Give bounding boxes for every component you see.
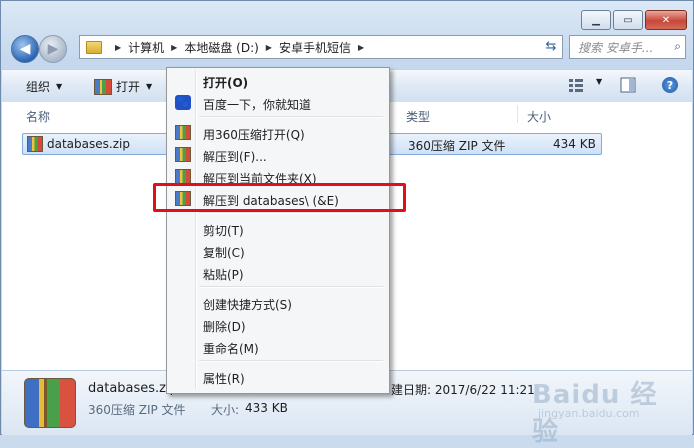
breadcrumb: ▶ 计算机 ▶ 本地磁盘 (D:) ▶ 安卓手机短信 ▶	[108, 39, 371, 56]
breadcrumb-item-folder[interactable]: 安卓手机短信	[279, 39, 351, 56]
search-input[interactable]: 搜索 安卓手... ⌕	[569, 35, 686, 59]
archive-icon	[27, 136, 43, 152]
context-menu: 打开(O) 🐾 百度一下，你就知道 用360压缩打开(Q) 解压到(F)... …	[166, 67, 390, 394]
chevron-down-icon: ▼	[596, 77, 603, 86]
file-type: 360压缩 ZIP 文件	[408, 139, 506, 153]
details-file-type: 360压缩 ZIP 文件	[88, 403, 186, 417]
archive-icon	[94, 78, 112, 95]
back-button[interactable]: ◀	[11, 35, 39, 63]
open-label: 打开	[116, 80, 141, 94]
organize-button[interactable]: 组织 ▼	[26, 78, 62, 95]
menu-item-label: 粘贴(P)	[203, 268, 244, 282]
archive-icon	[175, 169, 191, 184]
menu-separator	[199, 360, 383, 362]
menu-item-label: 创建快捷方式(S)	[203, 298, 292, 312]
menu-separator	[199, 286, 383, 288]
annotation-highlight-box	[153, 183, 406, 212]
menu-separator	[199, 116, 383, 118]
file-name: databases.zip	[47, 137, 130, 151]
refresh-icon[interactable]: ⇆	[541, 35, 561, 57]
file-size: 434 KB	[553, 137, 596, 151]
menu-item-copy[interactable]: 复制(C)	[169, 241, 385, 261]
chevron-down-icon: ▼	[56, 82, 63, 91]
archive-icon	[175, 147, 191, 162]
view-options-icon[interactable]	[568, 77, 584, 93]
baidu-paw-icon: 🐾	[175, 95, 191, 110]
view-dropdown-icon[interactable]: ▼	[590, 77, 602, 86]
chevron-right-icon[interactable]: ▶	[115, 43, 121, 52]
column-header-name[interactable]: 名称	[26, 108, 50, 125]
close-button[interactable]: ✕	[645, 10, 687, 30]
chevron-right-icon[interactable]: ▶	[358, 43, 364, 52]
menu-item-delete[interactable]: 删除(D)	[169, 315, 385, 335]
breadcrumb-item-computer[interactable]: 计算机	[128, 39, 164, 56]
menu-item-label: 剪切(T)	[203, 224, 244, 238]
menu-item-label: 复制(C)	[203, 246, 245, 260]
column-header-type[interactable]: 类型	[406, 108, 430, 125]
menu-item-label: 重命名(M)	[203, 342, 259, 356]
folder-icon	[86, 40, 102, 54]
watermark-url: jingyan.baidu.com	[538, 407, 640, 420]
menu-item-label: 用360压缩打开(Q)	[203, 128, 305, 142]
column-divider[interactable]	[517, 105, 518, 123]
minimize-button[interactable]: ▁	[581, 10, 611, 30]
menu-item-open-with-360[interactable]: 用360压缩打开(Q)	[169, 123, 385, 143]
help-icon[interactable]: ?	[662, 77, 678, 93]
preview-pane-icon[interactable]	[620, 77, 636, 93]
search-icon: ⌕	[674, 39, 681, 53]
menu-item-create-shortcut[interactable]: 创建快捷方式(S)	[169, 293, 385, 313]
details-size-value: 433 KB	[245, 401, 288, 415]
forward-button[interactable]: ▶	[39, 35, 67, 63]
organize-label: 组织	[26, 80, 51, 94]
menu-item-properties[interactable]: 属性(R)	[169, 367, 385, 387]
search-placeholder: 搜索 安卓手...	[578, 40, 654, 55]
menu-item-label: 解压到(F)...	[203, 150, 267, 164]
maximize-button[interactable]: ▭	[613, 10, 643, 30]
menu-item-rename[interactable]: 重命名(M)	[169, 337, 385, 357]
details-file-name: databases.zip	[88, 381, 178, 396]
address-bar[interactable]: ▶ 计算机 ▶ 本地磁盘 (D:) ▶ 安卓手机短信 ▶	[79, 35, 563, 59]
details-size-label: 大小:	[211, 403, 240, 417]
menu-item-paste[interactable]: 粘贴(P)	[169, 263, 385, 283]
menu-item-baidu[interactable]: 🐾 百度一下，你就知道	[169, 93, 385, 113]
menu-separator	[199, 212, 383, 214]
chevron-right-icon[interactable]: ▶	[266, 43, 272, 52]
column-header-size[interactable]: 大小	[527, 108, 551, 125]
archive-icon	[24, 378, 76, 428]
menu-item-label: 属性(R)	[203, 372, 245, 386]
chevron-down-icon: ▼	[146, 82, 153, 91]
details-created: 建日期: 2017/6/22 11:21	[391, 383, 535, 397]
watermark: Baidu 经验 jingyan.baidu.com	[532, 372, 682, 447]
archive-icon	[175, 125, 191, 140]
caption-buttons: ▁ ▭ ✕	[581, 10, 687, 30]
menu-item-open[interactable]: 打开(O)	[169, 71, 385, 91]
menu-item-cut[interactable]: 剪切(T)	[169, 219, 385, 239]
open-button[interactable]: 打开 ▼	[94, 78, 152, 95]
menu-item-extract-to[interactable]: 解压到(F)...	[169, 145, 385, 165]
menu-item-label: 删除(D)	[203, 320, 246, 334]
chevron-right-icon[interactable]: ▶	[171, 43, 177, 52]
breadcrumb-item-drive[interactable]: 本地磁盘 (D:)	[184, 39, 258, 56]
menu-item-label: 打开(O)	[203, 76, 249, 90]
menu-item-label: 百度一下，你就知道	[203, 98, 312, 112]
